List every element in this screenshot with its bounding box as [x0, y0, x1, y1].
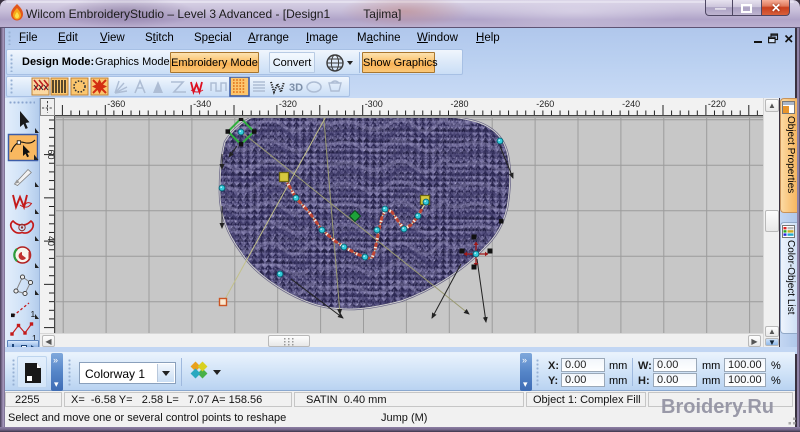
svg-text:-240: -240 — [622, 99, 640, 109]
svg-text:40: 40 — [46, 236, 55, 246]
svg-text:-320: -320 — [279, 99, 297, 109]
svg-text:60: 60 — [46, 149, 55, 159]
svg-text:-300: -300 — [365, 99, 383, 109]
svg-text:-280: -280 — [451, 99, 469, 109]
svg-text:-360: -360 — [107, 99, 125, 109]
svg-text:-340: -340 — [193, 99, 211, 109]
svg-text:3D: 3D — [289, 82, 303, 94]
svg-text:1: 1 — [31, 309, 36, 319]
svg-text:-260: -260 — [536, 99, 554, 109]
svg-text:-220: -220 — [708, 99, 726, 109]
